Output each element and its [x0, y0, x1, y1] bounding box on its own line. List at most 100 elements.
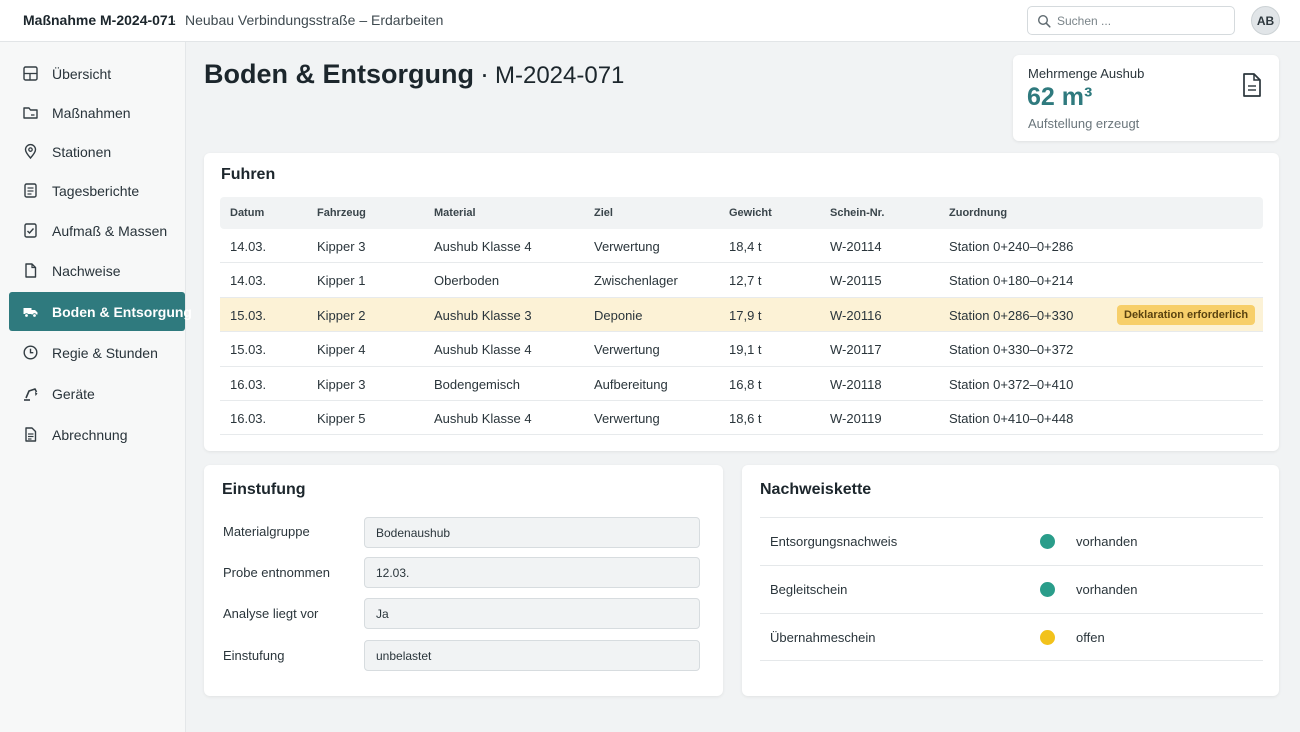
cell-gewicht: 16,8 t — [729, 376, 762, 392]
summary-value: 62 m³ — [1027, 83, 1093, 111]
sidebar-item-label: Abrechnung — [52, 427, 128, 443]
column-header[interactable]: Fahrzeug — [317, 207, 366, 219]
cell-ziel: Verwertung — [594, 410, 660, 426]
table-row[interactable]: 16.03. Kipper 3 Bodengemisch Aufbereitun… — [220, 367, 1263, 401]
mehrmenge-summary-card[interactable]: Mehrmenge Aushub 62 m³ Aufstellung erzeu… — [1013, 55, 1279, 141]
table-row[interactable]: 14.03. Kipper 1 Oberboden Zwischenlager … — [220, 263, 1263, 298]
table-header: Datum Fahrzeug Material Ziel Gewicht Sch… — [220, 197, 1263, 229]
nachweis-item-begleitschein[interactable]: Begleitschein vorhanden — [760, 565, 1263, 613]
cell-ziel: Verwertung — [594, 239, 660, 254]
nachweis-item-entsorgungsnachweis[interactable]: Entsorgungsnachweis vorhanden — [760, 517, 1263, 565]
table-row[interactable]: 16.03. Kipper 5 Aushub Klasse 4 Verwertu… — [220, 401, 1263, 436]
document-icon[interactable] — [1241, 72, 1263, 98]
nachweiskette-card: Nachweiskette Entsorgungsnachweis vorhan… — [742, 465, 1279, 696]
table-row[interactable]: 14.03. Kipper 3 Aushub Klasse 4 Verwertu… — [220, 229, 1263, 264]
sidebar-item-label: Regie & Stunden — [52, 345, 158, 361]
column-header[interactable]: Material — [434, 207, 476, 219]
column-header[interactable]: Datum — [230, 207, 264, 219]
cell-ziel: Deponie — [594, 307, 643, 323]
cell-datum: 16.03. — [230, 376, 267, 392]
cell-material: Aushub Klasse 4 — [434, 342, 532, 358]
search-icon — [1037, 14, 1051, 28]
table-row[interactable]: 15.03. Kipper 4 Aushub Klasse 4 Verwertu… — [220, 332, 1263, 367]
invoice-icon — [25, 427, 37, 442]
column-header[interactable]: Zuordnung — [949, 207, 1007, 219]
cell-datum: 16.03. — [230, 410, 267, 426]
materialgruppe-label: Materialgruppe — [223, 524, 310, 539]
breadcrumb-subtitle: Neubau Verbindungsstraße – Erdarbeiten — [185, 12, 444, 28]
cell-material: Bodengemisch — [434, 376, 520, 392]
column-header[interactable]: Gewicht — [729, 207, 772, 219]
folder-icon — [23, 107, 38, 119]
status-dot — [1040, 534, 1055, 549]
cell-material: Aushub Klasse 3 — [434, 307, 532, 323]
analyse-field[interactable]: Ja — [364, 598, 700, 629]
breadcrumb-project[interactable]: Maßnahme M-2024-071 — [23, 12, 176, 28]
sidebar-item-regie-stunden[interactable]: Regie & Stunden — [9, 333, 185, 372]
sidebar-item-uebersicht[interactable]: Übersicht — [9, 54, 185, 93]
sidebar-item-boden-entsorgung[interactable]: Boden & Entsorgung — [9, 292, 192, 331]
sidebar-item-label: Maßnahmen — [52, 105, 131, 121]
fuhren-card: Fuhren Datum Fahrzeug Material Ziel Gewi… — [204, 153, 1279, 451]
nachweis-status: vorhanden — [1076, 534, 1138, 549]
materialgruppe-field[interactable]: Bodenaushub — [364, 517, 700, 548]
analyse-label: Analyse liegt vor — [223, 606, 319, 621]
cell-schein-nr: W-20118 — [830, 376, 882, 392]
column-header[interactable]: Ziel — [594, 207, 613, 219]
sidebar-item-label: Tagesberichte — [52, 183, 140, 199]
search-box[interactable] — [1027, 6, 1235, 35]
cell-material: Aushub Klasse 4 — [434, 239, 532, 254]
probe-entnommen-field[interactable]: 12.03. — [364, 557, 700, 588]
sidebar: Übersicht Maßnahmen Stationen Tagesberic… — [0, 42, 192, 732]
sidebar-item-label: Stationen — [52, 144, 112, 160]
avatar[interactable]: AB — [1251, 6, 1280, 35]
cell-zuordnung: Station 0+240–0+286 — [949, 239, 1074, 254]
sidebar-item-tagesberichte[interactable]: Tagesberichte — [9, 171, 185, 210]
fuhren-table: Datum Fahrzeug Material Ziel Gewicht Sch… — [220, 197, 1263, 436]
truck-icon — [23, 308, 38, 318]
search-input[interactable] — [1057, 11, 1227, 31]
map-pin-icon — [24, 143, 37, 160]
cell-schein-nr: W-20114 — [830, 239, 882, 254]
cell-zuordnung: Station 0+372–0+410 — [949, 376, 1074, 392]
cell-zuordnung: Station 0+180–0+214 — [949, 273, 1074, 289]
document-icon — [25, 263, 37, 278]
einstufung-title: Einstufung — [222, 481, 306, 498]
page-title: Boden & Entsorgung · M-2024-071 — [204, 59, 624, 90]
column-header[interactable]: Schein-Nr. — [830, 207, 884, 219]
excavator-icon — [24, 388, 38, 401]
sidebar-item-stationen[interactable]: Stationen — [9, 132, 185, 171]
page-title-separator: · — [479, 59, 489, 89]
page-title-main: Boden & Entsorgung — [204, 59, 474, 89]
cell-ziel: Aufbereitung — [594, 376, 668, 392]
dashboard-icon — [23, 66, 38, 81]
fuhren-title: Fuhren — [221, 166, 276, 183]
sidebar-item-geraete[interactable]: Geräte — [9, 374, 185, 413]
table-row-highlighted[interactable]: 15.03. Kipper 2 Aushub Klasse 3 Deponie … — [220, 297, 1263, 333]
cell-fahrzeug: Kipper 3 — [317, 376, 366, 392]
cell-gewicht: 19,1 t — [729, 342, 762, 358]
cell-datum: 15.03. — [230, 307, 267, 323]
summary-subtext: Aufstellung erzeugt — [1028, 116, 1140, 131]
sidebar-item-massnahmen[interactable]: Maßnahmen — [9, 93, 185, 132]
clock-icon — [23, 345, 38, 360]
sidebar-item-label: Nachweise — [52, 263, 121, 279]
einstufung-field[interactable]: unbelastet — [364, 640, 700, 671]
sidebar-item-abrechnung[interactable]: Abrechnung — [9, 415, 185, 454]
report-icon — [24, 183, 37, 198]
sidebar-item-nachweise[interactable]: Nachweise — [9, 251, 185, 290]
status-dot — [1040, 630, 1055, 645]
cell-material: Aushub Klasse 4 — [434, 410, 532, 426]
cell-schein-nr: W-20115 — [830, 273, 882, 289]
nachweis-item-uebernahmeschein[interactable]: Übernahmeschein offen — [760, 613, 1263, 661]
declaration-required-badge[interactable]: Deklaration erforderlich — [1117, 304, 1256, 325]
sidebar-item-label: Übersicht — [52, 66, 112, 82]
cell-ziel: Verwertung — [594, 342, 660, 358]
cell-gewicht: 18,4 t — [729, 239, 762, 254]
summary-label: Mehrmenge Aushub — [1028, 66, 1145, 81]
nachweis-status: offen — [1076, 630, 1105, 645]
sidebar-item-label: Geräte — [52, 386, 95, 402]
sidebar-item-aufmass[interactable]: Aufmaß & Massen — [9, 211, 185, 250]
page-title-code: M-2024-071 — [494, 62, 625, 89]
cell-schein-nr: W-20119 — [830, 410, 882, 426]
